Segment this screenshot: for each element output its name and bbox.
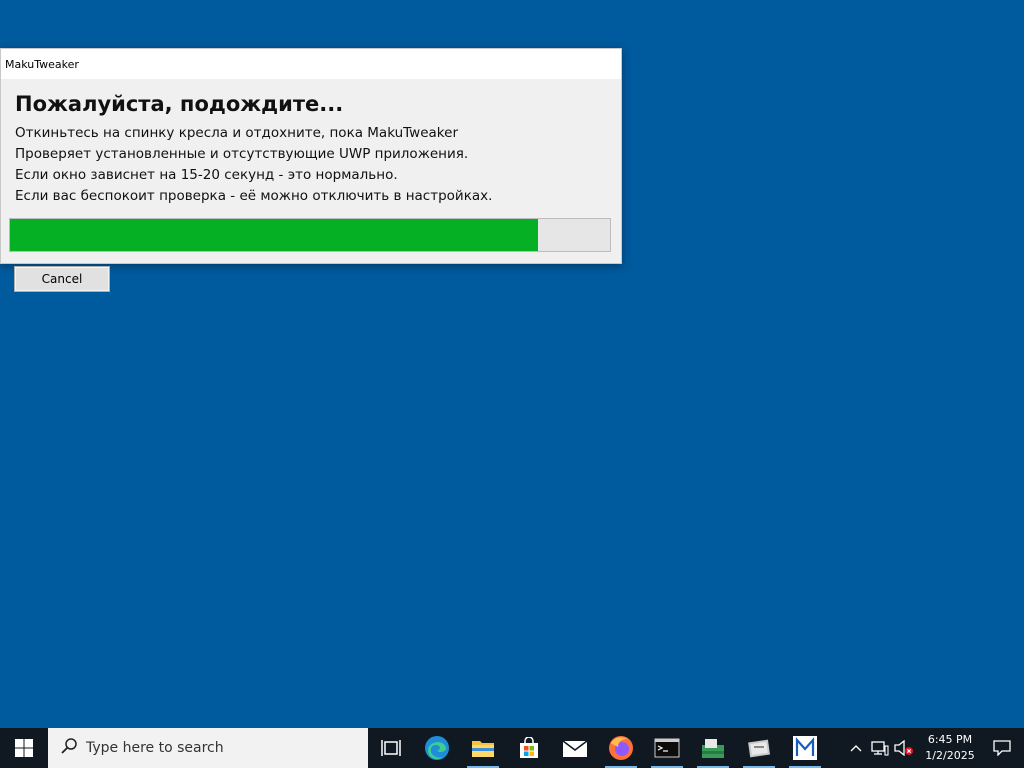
dialog-line: Если вас беспокоит проверка - её можно о… xyxy=(15,188,493,204)
firefox-button[interactable] xyxy=(598,728,644,768)
store-icon xyxy=(520,737,538,758)
edge-button[interactable] xyxy=(414,728,460,768)
store-button[interactable] xyxy=(506,728,552,768)
search-placeholder: Type here to search xyxy=(86,740,224,756)
chevron-up-icon xyxy=(850,745,862,752)
clock-date: 1/2/2025 xyxy=(925,749,975,762)
app-gray-icon xyxy=(748,739,771,758)
cancel-button[interactable]: Cancel xyxy=(14,266,110,292)
dialog-line: Откиньтесь на спинку кресла и отдохните,… xyxy=(15,125,458,141)
dialog-message: Откиньтесь на спинку кресла и отдохните,… xyxy=(15,123,492,207)
task-view-icon xyxy=(381,740,401,756)
start-button[interactable] xyxy=(0,728,48,768)
taskbar-clock[interactable]: 6:45 PM 1/2/2025 xyxy=(920,732,980,764)
firefox-icon xyxy=(609,736,633,760)
dialog-title: MakuTweaker xyxy=(5,57,79,71)
task-view-button[interactable] xyxy=(368,728,414,768)
taskbar-pinned-apps xyxy=(368,728,828,768)
volume-button[interactable] xyxy=(892,728,916,768)
action-center-button[interactable] xyxy=(980,728,1024,768)
gray-app-button[interactable] xyxy=(736,728,782,768)
folder-icon xyxy=(472,741,494,757)
windows-logo-icon xyxy=(15,739,33,757)
progress-fill xyxy=(10,219,538,251)
taskbar: Type here to search 6:45 PM 1/2/2025 xyxy=(0,728,1024,768)
dialog-heading: Пожалуйста, подождите... xyxy=(15,92,344,116)
progress-bar xyxy=(9,218,611,252)
makutweaker-icon xyxy=(793,736,817,760)
dialog-line: Если окно зависнет на 15-20 секунд - это… xyxy=(15,167,398,183)
makutweaker-dialog: MakuTweaker Пожалуйста, подождите... Отк… xyxy=(0,48,622,264)
clock-time: 6:45 PM xyxy=(927,733,973,746)
notification-icon xyxy=(993,740,1011,756)
search-icon xyxy=(60,737,86,759)
app-green-icon xyxy=(702,739,724,758)
file-explorer-button[interactable] xyxy=(460,728,506,768)
terminal-button[interactable] xyxy=(644,728,690,768)
mail-icon xyxy=(562,740,588,757)
network-button[interactable] xyxy=(868,728,892,768)
volume-muted-icon xyxy=(894,740,913,756)
terminal-icon xyxy=(654,738,680,758)
mail-button[interactable] xyxy=(552,728,598,768)
dialog-titlebar[interactable]: MakuTweaker xyxy=(1,49,621,79)
show-hidden-icons-button[interactable] xyxy=(844,728,868,768)
search-box[interactable]: Type here to search xyxy=(48,728,368,768)
makutweaker-button[interactable] xyxy=(782,728,828,768)
network-icon xyxy=(871,741,889,756)
system-tray: 6:45 PM 1/2/2025 xyxy=(844,728,1024,768)
green-app-button[interactable] xyxy=(690,728,736,768)
edge-icon xyxy=(425,736,449,760)
dialog-line: Проверяет установленные и отсутствующие … xyxy=(15,146,469,162)
